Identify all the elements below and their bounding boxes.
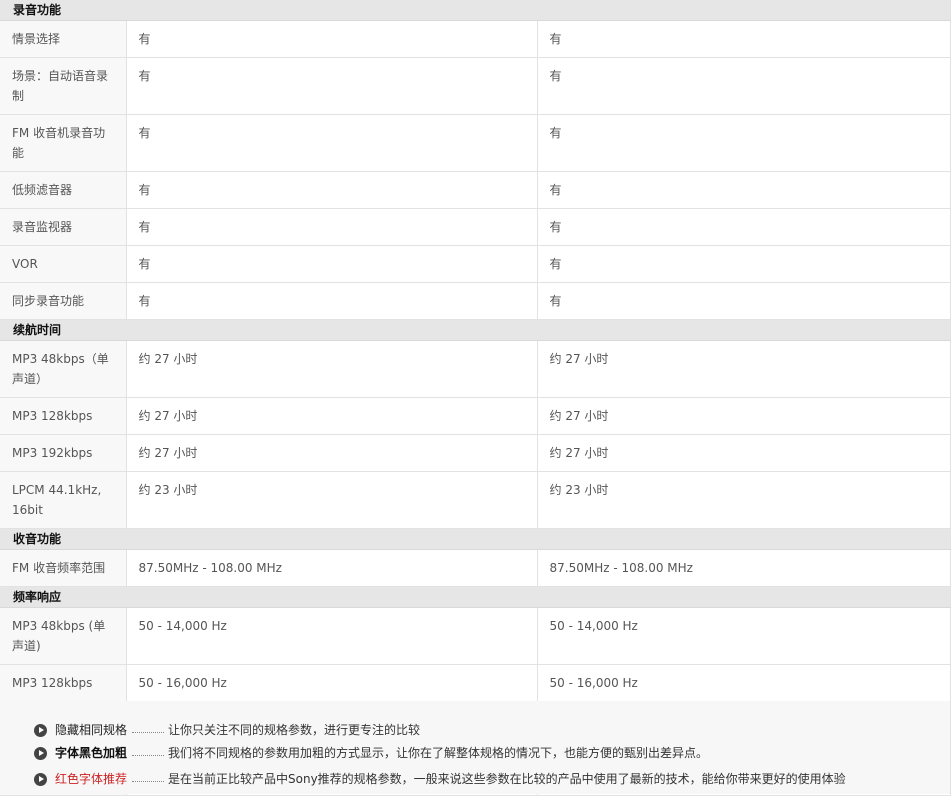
table-row: 低频滤音器有有 <box>0 171 951 209</box>
legend-description: 我们将不同规格的参数用加粗的方式显示，让你在了解整体规格的情况下，也能方便的甄别… <box>168 746 709 760</box>
legend-panel: 隐藏相同规格 让你只关注不同的规格参数，进行更专注的比较 字体黑色加粗 我们将不… <box>0 701 951 794</box>
spec-label: FM 收音机录音功能 <box>0 114 127 172</box>
product-2-value: 有 <box>537 114 951 172</box>
table-row: VOR 有有 <box>0 245 951 283</box>
section-header-row: 录音功能 <box>0 0 951 21</box>
spec-comparison-table: 录音功能 情景选择有有场景：自动语音录制有有 FM 收音机录音功能有有低频滤音器有有… <box>0 0 951 796</box>
product-2-value: 约 27 小时 <box>537 434 951 472</box>
spec-label: 场景：自动语音录制 <box>0 57 127 115</box>
legend-title[interactable]: 红色字体推荐 <box>55 770 127 788</box>
table-row: MP3 48kbps（单声道）约 27 小时约 27 小时 <box>0 340 951 398</box>
legend-description: 是在当前正比较产品中Sony推荐的规格参数，一般来说这些参数在比较的产品中使用了… <box>168 772 846 786</box>
section-header-row: 收音功能 <box>0 528 951 550</box>
product-2-value: 有 <box>537 171 951 209</box>
product-1-value: 87.50MHz - 108.00 MHz <box>126 549 538 587</box>
table-row: FM 收音机录音功能有有 <box>0 114 951 172</box>
product-1-value: 有 <box>126 57 538 115</box>
product-1-value: 有 <box>126 208 538 246</box>
product-1-value: 有 <box>126 282 538 320</box>
product-2-value: 有 <box>537 208 951 246</box>
product-2-value: 约 23 小时 <box>537 471 951 529</box>
spec-label: 同步录音功能 <box>0 282 127 320</box>
legend-item-bold-black[interactable]: 字体黑色加粗 我们将不同规格的参数用加粗的方式显示，让你在了解整体规格的情况下，… <box>34 744 708 762</box>
product-1-value: 约 27 小时 <box>126 397 538 435</box>
legend-item-red-recommend[interactable]: 红色字体推荐 是在当前正比较产品中Sony推荐的规格参数，一般来说这些参数在比较… <box>34 770 846 788</box>
table-row: MP3 128kbps 约 27 小时约 27 小时 <box>0 397 951 435</box>
product-2-value: 有 <box>537 57 951 115</box>
dotted-leader <box>132 780 165 782</box>
legend-description: 让你只关注不同的规格参数，进行更专注的比较 <box>168 723 421 737</box>
spec-label: FM 收音频率范围 <box>0 549 127 587</box>
table-row: 同步录音功能有有 <box>0 282 951 320</box>
play-circle-icon <box>34 723 47 737</box>
table-row: 场景：自动语音录制有有 <box>0 57 951 115</box>
section-header-row: 频率响应 <box>0 586 951 608</box>
product-2-value: 有 <box>537 245 951 283</box>
spec-label: 录音监视器 <box>0 208 127 246</box>
product-2-value: 50 - 14,000 Hz <box>537 607 951 665</box>
legend-title[interactable]: 字体黑色加粗 <box>55 744 127 762</box>
spec-label: MP3 48kbps（单声道） <box>0 340 127 398</box>
product-1-value: 有 <box>126 245 538 283</box>
product-1-value: 有 <box>126 20 538 58</box>
section-header-row: 续航时间 <box>0 319 951 341</box>
product-1-value: 约 27 小时 <box>126 434 538 472</box>
section-title: 录音功能 <box>0 0 951 21</box>
play-circle-icon <box>34 746 47 760</box>
product-2-value: 87.50MHz - 108.00 MHz <box>537 549 951 587</box>
dotted-leader <box>132 731 165 733</box>
table-row: 录音监视器有有 <box>0 208 951 246</box>
table-row: FM 收音频率范围 87.50MHz - 108.00 MHz 87.50MHz -… <box>0 549 951 587</box>
product-2-value: 50 - 16,000 Hz <box>537 664 951 702</box>
spec-label: MP3 192kbps <box>0 434 127 472</box>
spec-label: LPCM 44.1kHz, 16bit <box>0 471 127 529</box>
section-title: 收音功能 <box>0 528 951 550</box>
product-1-value: 约 23 小时 <box>126 471 538 529</box>
legend-title[interactable]: 隐藏相同规格 <box>55 721 127 739</box>
spec-label: 低频滤音器 <box>0 171 127 209</box>
table-row: 情景选择有有 <box>0 20 951 58</box>
section-title: 频率响应 <box>0 586 951 608</box>
section-title: 续航时间 <box>0 319 951 341</box>
product-2-value: 有 <box>537 20 951 58</box>
dotted-leader <box>132 754 165 756</box>
spec-label: MP3 128kbps <box>0 397 127 435</box>
product-1-value: 约 27 小时 <box>126 340 538 398</box>
table-row: MP3 192kbps 约 27 小时约 27 小时 <box>0 434 951 472</box>
spec-label: 情景选择 <box>0 20 127 58</box>
product-2-value: 约 27 小时 <box>537 397 951 435</box>
table-row: LPCM 44.1kHz, 16bit 约 23 小时约 23 小时 <box>0 471 951 529</box>
product-2-value: 约 27 小时 <box>537 340 951 398</box>
spec-label: VOR <box>0 245 127 283</box>
product-1-value: 有 <box>126 114 538 172</box>
table-row: MP3 128kbps 50 - 16,000 Hz 50 - 16,000 Hz <box>0 664 951 702</box>
product-2-value: 有 <box>537 282 951 320</box>
legend-item-hide-same[interactable]: 隐藏相同规格 让你只关注不同的规格参数，进行更专注的比较 <box>34 721 420 739</box>
product-1-value: 50 - 14,000 Hz <box>126 607 538 665</box>
spec-label: MP3 128kbps <box>0 664 127 702</box>
play-circle-icon <box>34 772 47 786</box>
spec-label: MP3 48kbps (单声道) <box>0 607 127 665</box>
table-row: MP3 48kbps (单声道) 50 - 14,000 Hz 50 - 14,00… <box>0 607 951 665</box>
product-1-value: 50 - 16,000 Hz <box>126 664 538 702</box>
product-1-value: 有 <box>126 171 538 209</box>
